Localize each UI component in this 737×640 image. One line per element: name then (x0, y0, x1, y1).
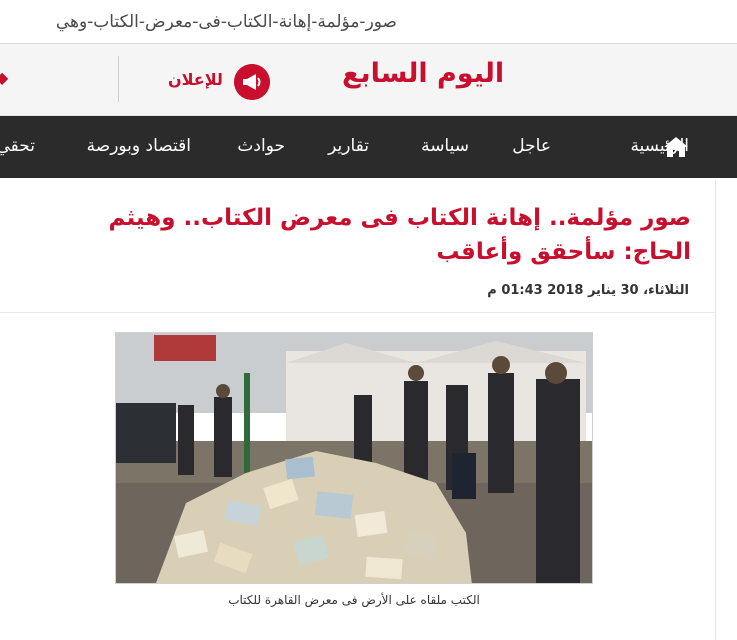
article-separator (0, 312, 715, 313)
nav-item-urgent[interactable]: عاجل (512, 136, 551, 156)
logo-text: اليوم السابع (342, 58, 505, 89)
url-text[interactable]: صور-مؤلمة-إهانة-الكتاب-فى-معرض-الكتاب-وه… (56, 12, 397, 32)
article-title: صور مؤلمة.. إهانة الكتاب فى معرض الكتاب.… (108, 205, 691, 266)
header-edge-icon[interactable]: ◆ (0, 68, 8, 87)
home-icon[interactable] (663, 136, 689, 158)
megaphone-icon (234, 64, 270, 100)
photo-scene (116, 333, 592, 583)
article-photo[interactable] (115, 332, 593, 584)
header-divider (118, 56, 119, 102)
site-header: ◆ للإعلان اليوم السابع (0, 44, 737, 116)
photo-caption: الكتب ملقاه على الأرض فى معرض القاهرة لل… (228, 593, 480, 607)
nav-item-economy[interactable]: اقتصاد وبورصة (87, 136, 191, 156)
nav-item-politics[interactable]: سياسة (421, 136, 469, 156)
nav-item-investigations[interactable]: تحقي (0, 136, 35, 156)
nav-item-reports[interactable]: تقارير (328, 136, 369, 156)
advertise-label: للإعلان (168, 70, 223, 89)
main-nav: الرئيسية عاجل سياسة تقارير حوادث اقتصاد … (0, 116, 737, 178)
nav-item-accidents[interactable]: حوادث (237, 136, 285, 156)
article-date: الثلاثاء، 30 يناير 2018 01:43 م (487, 283, 689, 298)
address-bar[interactable]: صور-مؤلمة-إهانة-الكتاب-فى-معرض-الكتاب-وه… (0, 0, 737, 44)
content-border (715, 180, 716, 640)
site-logo[interactable]: اليوم السابع (342, 58, 505, 98)
